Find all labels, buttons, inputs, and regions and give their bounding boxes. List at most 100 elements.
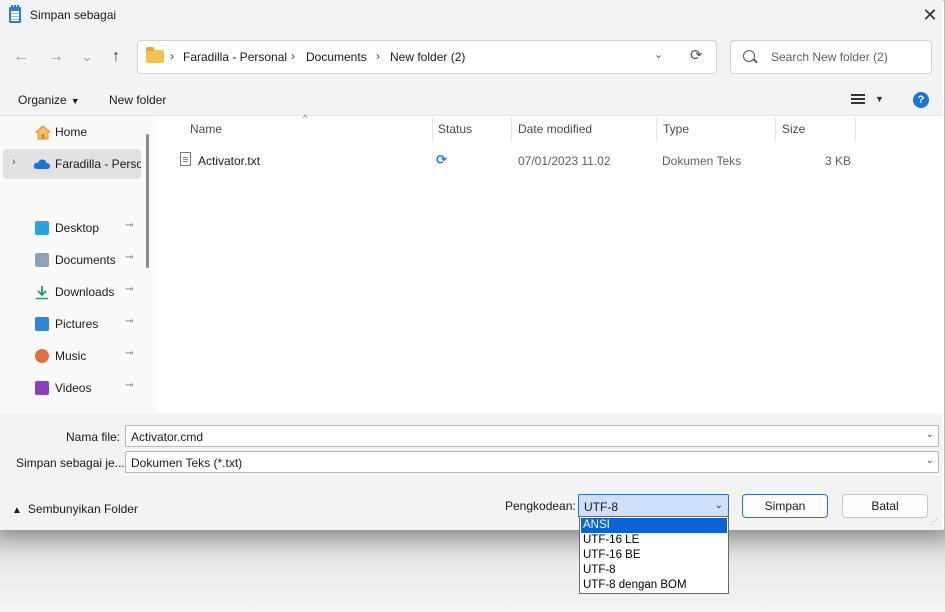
- sidebar-item-label: Videos: [55, 381, 92, 395]
- chevron-up-icon: ▲: [12, 505, 22, 516]
- chevron-down-icon: ⌄: [714, 500, 723, 511]
- save-as-type-value: Dokumen Teks (*.txt): [131, 456, 243, 470]
- search-box[interactable]: Search New folder (2): [730, 40, 932, 74]
- organize-label: Organize: [18, 93, 67, 107]
- hide-folders-button[interactable]: ▲ Sembunyikan Folder: [12, 502, 138, 516]
- sidebar-item-downloads[interactable]: Downloads ⊸: [3, 277, 141, 307]
- title-bar: [0, 0, 943, 30]
- sidebar-item-music[interactable]: Music ⊸: [3, 341, 141, 371]
- help-icon[interactable]: ?: [913, 92, 929, 108]
- home-icon: [34, 125, 52, 140]
- sidebar-item-label: Music: [55, 349, 87, 363]
- sidebar-item-home[interactable]: Home: [3, 117, 141, 147]
- breadcrumb-documents[interactable]: Documents: [306, 50, 367, 64]
- sync-icon: ⟳: [436, 152, 447, 167]
- sidebar-item-label: Documents: [55, 253, 116, 267]
- resize-grip-icon[interactable]: ⋰: [930, 517, 938, 526]
- file-type: Dokumen Teks: [662, 154, 742, 168]
- encoding-dropdown-list: ANSI UTF-16 LE UTF-16 BE UTF-8 UTF-8 den…: [579, 516, 729, 594]
- sidebar-item-label: Desktop: [55, 221, 100, 235]
- sidebar-item-label: Pictures: [55, 317, 99, 331]
- notepad-icon: [9, 5, 21, 23]
- search-input[interactable]: Search New folder (2): [771, 50, 888, 64]
- organize-button[interactable]: Organize ▼: [18, 93, 80, 107]
- file-row[interactable]: Activator.txt ⟳ 07/01/2023 11.02 Dokumen…: [170, 148, 860, 174]
- onedrive-icon: [33, 158, 50, 172]
- search-icon: [743, 50, 755, 62]
- hide-folders-label: Sembunyikan Folder: [27, 502, 138, 516]
- pin-icon[interactable]: ⊸: [125, 252, 133, 263]
- breadcrumb-separator: ›: [376, 49, 380, 63]
- save-as-type-select[interactable]: Dokumen Teks (*.txt) ⌄: [125, 451, 939, 473]
- new-folder-button[interactable]: New folder: [109, 93, 166, 107]
- column-header-type[interactable]: Type: [663, 122, 689, 136]
- back-arrow-icon[interactable]: ←: [9, 45, 33, 69]
- pin-icon[interactable]: ⊸: [125, 380, 133, 391]
- file-name: Activator.txt: [198, 154, 261, 168]
- filename-field[interactable]: Activator.cmd ⌄: [125, 425, 939, 447]
- breadcrumb-separator: ›: [170, 49, 174, 63]
- column-divider[interactable]: [855, 117, 856, 141]
- encoding-option-utf8[interactable]: UTF-8: [581, 563, 727, 578]
- music-icon: [35, 349, 49, 363]
- sidebar-item-videos[interactable]: Videos ⊸: [3, 373, 141, 403]
- column-header-date-modified[interactable]: Date modified: [518, 122, 592, 136]
- column-header-size[interactable]: Size: [782, 122, 805, 136]
- column-divider[interactable]: [511, 117, 512, 141]
- desktop-backdrop: [0, 530, 945, 612]
- up-arrow-icon[interactable]: ↑: [104, 45, 128, 69]
- sidebar-item-pictures[interactable]: Pictures ⊸: [3, 309, 141, 339]
- save-button[interactable]: Simpan: [742, 494, 828, 518]
- breadcrumb-personal[interactable]: Faradilla - Personal: [183, 50, 287, 64]
- pin-icon[interactable]: ⊸: [125, 316, 133, 327]
- view-options-icon[interactable]: [851, 94, 865, 106]
- encoding-option-utf8-bom[interactable]: UTF-8 dengan BOM: [581, 578, 727, 593]
- column-header-status[interactable]: Status: [438, 122, 472, 136]
- column-divider[interactable]: [432, 117, 433, 141]
- pin-icon[interactable]: ⊸: [125, 284, 133, 295]
- file-date-modified: 07/01/2023 11.02: [518, 154, 611, 168]
- pin-icon[interactable]: ⊸: [125, 348, 133, 359]
- encoding-label: Pengkodean:: [505, 499, 576, 513]
- view-caret-down-icon[interactable]: ▼: [875, 94, 884, 104]
- chevron-down-icon[interactable]: ⌄: [926, 455, 934, 466]
- encoding-option-ansi[interactable]: ANSI: [581, 518, 727, 533]
- videos-icon: [35, 381, 49, 395]
- save-as-type-label: Simpan sebagai je...: [16, 456, 125, 470]
- expand-chevron-icon[interactable]: ›: [12, 156, 16, 168]
- sidebar-item-label: Home: [55, 125, 88, 139]
- cancel-button[interactable]: Batal: [842, 494, 928, 518]
- column-divider[interactable]: [656, 117, 657, 141]
- encoding-value: UTF-8: [584, 500, 618, 514]
- refresh-icon[interactable]: ⟳: [690, 46, 703, 64]
- address-bar[interactable]: › Faradilla - Personal › Documents › New…: [137, 40, 717, 74]
- column-divider[interactable]: [775, 117, 776, 141]
- pin-icon[interactable]: ⊸: [125, 220, 133, 231]
- encoding-option-utf16be[interactable]: UTF-16 BE: [581, 548, 727, 563]
- caret-down-icon: ▼: [70, 96, 80, 106]
- sidebar-item-label: Faradilla - Perso: [55, 157, 141, 171]
- breadcrumb-new-folder[interactable]: New folder (2): [390, 50, 465, 64]
- encoding-option-utf16le[interactable]: UTF-16 LE: [581, 533, 727, 548]
- address-dropdown-icon[interactable]: ⌄: [654, 48, 663, 61]
- text-file-icon: [180, 152, 191, 166]
- folder-icon: [146, 47, 164, 63]
- breadcrumb-separator: ›: [291, 49, 295, 63]
- encoding-select[interactable]: UTF-8 ⌄: [578, 494, 729, 518]
- sidebar-item-label: Downloads: [55, 285, 115, 299]
- pictures-icon: [35, 317, 49, 331]
- documents-icon: [35, 253, 49, 267]
- column-header-name[interactable]: Name: [190, 122, 222, 136]
- forward-arrow-icon[interactable]: →: [44, 45, 68, 69]
- sidebar-item-onedrive[interactable]: › Faradilla - Perso: [3, 149, 141, 179]
- close-icon[interactable]: ✕: [918, 3, 942, 27]
- sidebar-item-documents[interactable]: Documents ⊸: [3, 245, 141, 275]
- sidebar-scrollbar[interactable]: [146, 134, 149, 268]
- sidebar-item-desktop[interactable]: Desktop ⊸: [3, 213, 141, 243]
- filename-label: Nama file:: [66, 430, 121, 444]
- chevron-down-icon[interactable]: ⌄: [926, 429, 934, 440]
- window-title: Simpan sebagai: [30, 8, 117, 22]
- file-size: 3 KB: [825, 154, 852, 168]
- desktop-icon: [35, 221, 49, 235]
- recent-locations-chevron-icon[interactable]: ⌄: [75, 45, 99, 69]
